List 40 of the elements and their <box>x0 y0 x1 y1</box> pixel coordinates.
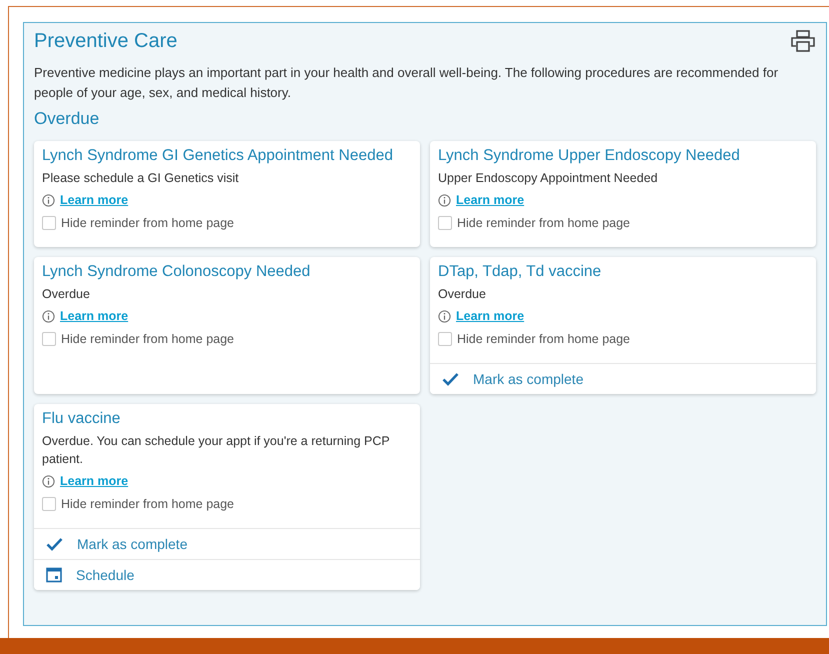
calendar-icon <box>46 567 62 583</box>
hide-checkbox[interactable] <box>438 332 452 346</box>
learn-more-link[interactable]: Learn more <box>456 309 524 323</box>
card-status: Please schedule a GI Genetics visit <box>42 170 240 187</box>
checkbox-label: Hide reminder from home page <box>457 332 630 346</box>
hide-checkbox[interactable] <box>438 216 452 230</box>
card-title: DTap, Tdap, Td vaccine <box>438 263 602 281</box>
card-title: Lynch Syndrome GI Genetics Appointment Needed <box>42 147 394 165</box>
checkbox-label: Hide reminder from home page <box>61 497 234 511</box>
card-status: Upper Endoscopy Appointment Needed <box>438 170 659 187</box>
info-icon <box>42 194 55 206</box>
panel-title: Preventive Care <box>34 30 178 52</box>
card-status: Overdue. You can schedule your appt if you're a returning PCP patient. <box>42 433 391 468</box>
card-title: Lynch Syndrome Colonoscopy Needed <box>42 263 312 281</box>
learn-more-link[interactable]: Learn more <box>60 193 128 207</box>
card-title: Flu vaccine <box>42 410 122 428</box>
hide-checkbox[interactable] <box>42 497 56 511</box>
learn-more-link[interactable]: Learn more <box>456 193 524 207</box>
hide-checkbox[interactable] <box>42 332 56 346</box>
mark-complete-button[interactable]: Mark as complete <box>34 528 420 559</box>
info-icon <box>42 474 55 488</box>
intro-text: Preventive medicine plays an important part in your health and overall well-being. The following procedures are recommended for people of your age, sex, and medical history. <box>34 64 780 102</box>
info-icon <box>438 310 451 322</box>
learn-more-link[interactable]: Learn more <box>60 474 128 488</box>
checkbox-label: Hide reminder from home page <box>457 216 630 230</box>
hide-checkbox[interactable] <box>42 216 56 230</box>
card-title: Lynch Syndrome Upper Endoscopy Needed <box>438 147 741 165</box>
checkbox-label: Hide reminder from home page <box>61 216 234 230</box>
checkmark-icon <box>442 372 459 386</box>
schedule-button[interactable]: Schedule <box>34 559 420 590</box>
printer-icon[interactable] <box>790 29 816 53</box>
checkmark-icon <box>46 537 63 551</box>
checkbox-label: Hide reminder from home page <box>61 332 234 346</box>
mark-complete-button[interactable]: Mark as complete <box>430 363 816 394</box>
section-heading: Overdue <box>34 109 100 129</box>
learn-more-link[interactable]: Learn more <box>60 309 128 323</box>
info-icon <box>42 310 55 322</box>
card-status: Overdue <box>438 286 487 303</box>
info-icon <box>438 194 451 206</box>
card-status: Overdue <box>42 286 91 303</box>
